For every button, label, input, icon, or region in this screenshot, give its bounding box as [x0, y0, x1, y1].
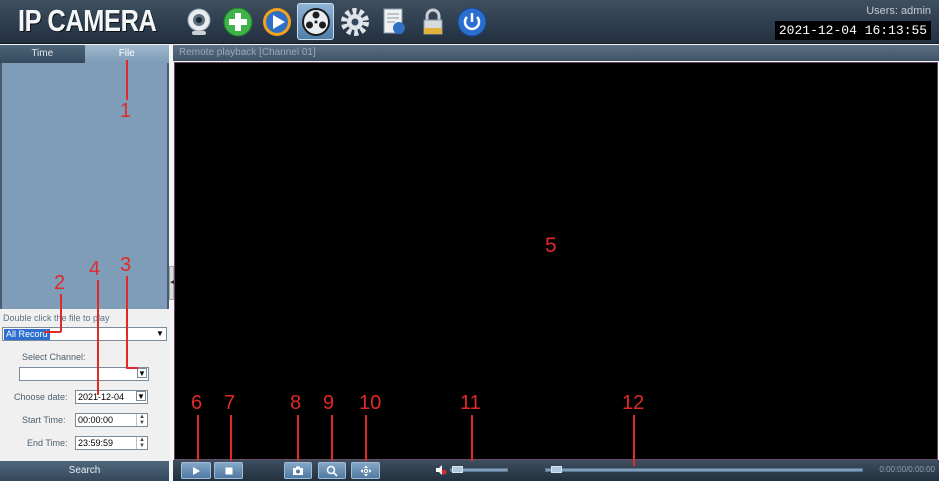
chevron-down-icon[interactable]: ▼ — [155, 329, 165, 339]
annotation-line-4 — [97, 280, 99, 395]
date-field[interactable]: 2021-12-04 ▼ — [75, 390, 148, 404]
end-time-value: 23:59:59 — [78, 438, 114, 448]
annotation-line-12 — [633, 415, 635, 466]
calendar-dropdown-icon[interactable]: ▼ — [136, 391, 146, 401]
tab-time[interactable]: Time — [0, 45, 85, 63]
start-time-field[interactable]: 00:00:00 ▲ ▼ — [75, 413, 148, 427]
stop-icon — [225, 467, 232, 474]
record-type-value: All Record — [4, 329, 50, 340]
annotation-4: 4 — [89, 258, 101, 280]
search-button[interactable]: Search — [0, 461, 169, 481]
file-list[interactable] — [2, 63, 167, 309]
camera-icon — [293, 466, 303, 475]
magnifier-icon — [326, 465, 338, 477]
annotation-line-9 — [331, 415, 333, 461]
date-value: 2021-12-04 — [78, 392, 125, 402]
progress-slider-thumb[interactable] — [551, 466, 563, 473]
channel-select[interactable]: ▼ — [19, 367, 149, 381]
annotation-7: 7 — [224, 392, 236, 414]
annotation-line-3 — [126, 276, 128, 368]
annotation-1: 1 — [120, 100, 132, 122]
playback-time: 0:00:00/0:00:00 — [879, 465, 935, 474]
end-time-label: End Time: — [27, 438, 68, 448]
add-icon[interactable] — [219, 3, 256, 40]
annotation-line-2b — [44, 331, 61, 333]
search-panel: Time File Double click the file to play … — [0, 45, 169, 481]
play-icon[interactable] — [258, 3, 295, 40]
annotation-line-11 — [471, 415, 473, 461]
log-icon[interactable] — [375, 3, 412, 40]
volume-icon[interactable] — [435, 464, 447, 476]
settings-icon[interactable] — [336, 3, 373, 40]
volume-slider-thumb[interactable] — [452, 466, 464, 473]
stop-button[interactable] — [214, 462, 243, 479]
annotation-6: 6 — [191, 392, 203, 414]
annotation-2: 2 — [54, 272, 66, 294]
annotation-9: 9 — [323, 392, 335, 414]
annotation-11: 11 — [460, 392, 481, 414]
select-channel-label: Select Channel: — [22, 352, 86, 362]
start-time-label: Start Time: — [22, 415, 66, 425]
datetime-display: 2021-12-04 16:13:55 — [775, 21, 931, 40]
chevron-down-icon[interactable]: ▼ — [137, 368, 147, 378]
lock-icon[interactable] — [414, 3, 451, 40]
annotation-8: 8 — [290, 392, 302, 414]
play-button[interactable] — [181, 462, 211, 479]
start-time-spinner[interactable]: ▲ ▼ — [136, 414, 147, 426]
record-type-select[interactable]: All Record ▼ — [2, 327, 167, 341]
playback-title: Remote playback [Channel 01] — [173, 45, 939, 61]
annotation-line-8 — [297, 415, 299, 461]
choose-date-label: Choose date: — [14, 392, 68, 402]
file-hint: Double click the file to play — [3, 313, 110, 323]
annotation-line-10 — [365, 415, 367, 461]
annotation-3: 3 — [120, 254, 132, 276]
app-logo: IP CAMERA — [18, 3, 157, 38]
progress-slider[interactable] — [545, 468, 863, 472]
main-toolbar — [180, 3, 490, 41]
play-icon — [193, 466, 200, 475]
snapshot-button[interactable] — [284, 462, 312, 479]
annotation-line-3b — [126, 367, 138, 369]
fullscreen-button[interactable] — [351, 462, 380, 479]
annotation-line-1 — [126, 60, 128, 100]
webcam-icon[interactable] — [180, 3, 217, 40]
playback-control-bar: 0:00:00/0:00:00 — [173, 460, 939, 481]
annotation-line-2 — [60, 294, 62, 332]
end-time-spinner[interactable]: ▲ ▼ — [136, 437, 147, 449]
fullscreen-icon — [360, 465, 371, 476]
playback-icon[interactable] — [297, 3, 334, 40]
users-label: Users: admin — [866, 5, 931, 17]
annotation-12: 12 — [622, 392, 645, 414]
end-time-field[interactable]: 23:59:59 ▲ ▼ — [75, 436, 148, 450]
video-display[interactable] — [174, 62, 938, 460]
search-tabs: Time File — [0, 45, 169, 63]
annotation-5: 5 — [545, 234, 557, 257]
zoom-button[interactable] — [318, 462, 346, 479]
start-time-value: 00:00:00 — [78, 415, 114, 425]
search-form: Double click the file to play All Record… — [0, 309, 169, 461]
annotation-10: 10 — [359, 392, 382, 414]
power-icon[interactable] — [453, 3, 490, 40]
annotation-line-6 — [197, 415, 199, 461]
annotation-line-7 — [230, 415, 232, 461]
top-bar: IP CAMERA Users: admin 2021-12-04 16:13:… — [0, 0, 939, 44]
